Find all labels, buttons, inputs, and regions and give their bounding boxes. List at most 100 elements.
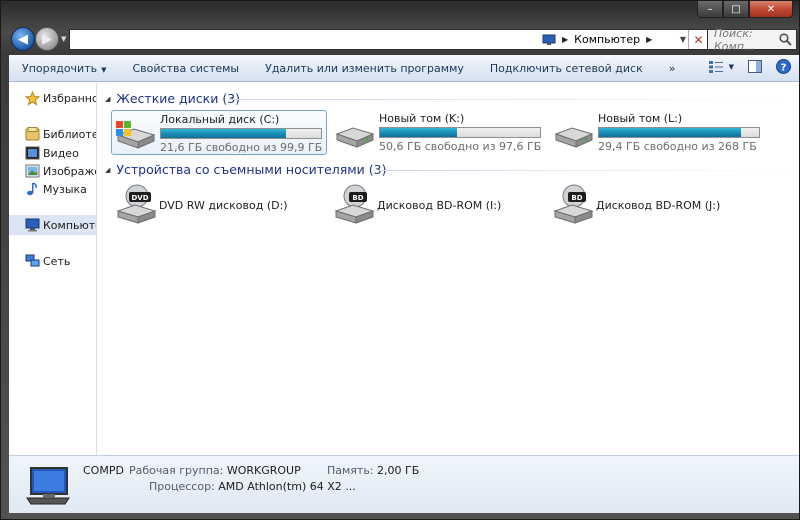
svg-text:BD: BD — [571, 194, 582, 202]
group-removable-label: Устройства со съемными носителями (3) — [116, 162, 387, 177]
view-dropdown-icon: ▼ — [728, 62, 734, 71]
sidebar-item-computer[interactable]: Компьютер — [25, 218, 96, 232]
disk-usage-fill — [161, 129, 286, 138]
sidebar-item-images[interactable]: Изображения — [25, 164, 96, 178]
explorer-client: Упорядочить ▼ Свойства системы Удалить ил… — [9, 55, 799, 513]
help-icon[interactable]: ? — [776, 59, 791, 74]
close-button[interactable]: ✕ — [749, 1, 793, 18]
hard-drive-icon — [335, 127, 375, 148]
memory-value: 2,00 ГБ — [377, 464, 420, 477]
memory-label: Память: — [327, 464, 374, 477]
drive-name: Новый том (L:) — [598, 112, 683, 125]
workgroup-label: Рабочая группа: — [129, 464, 224, 477]
recent-pages-dropdown[interactable]: ▼ — [61, 35, 66, 43]
sidebar-label-images: Изображения — [43, 164, 96, 178]
breadcrumb-separator-icon[interactable]: ▶ — [562, 35, 568, 44]
address-bar[interactable]: ▶ Компьютер ▶ ▼ ✕ — [69, 29, 709, 50]
group-removable-media[interactable]: ◢ Устройства со съемными носителями (3) — [105, 162, 386, 177]
removable-drive-name: Дисковод BD-ROM (J:) — [596, 199, 721, 212]
content-pane: ◢ Жесткие диски (3) Локальный диск (C:) — [99, 83, 799, 455]
drive-tile[interactable]: Локальный диск (C:) 21,6 ГБ свободно из … — [111, 110, 327, 155]
organize-label: Упорядочить — [22, 61, 98, 75]
details-pane: COMPD Рабочая группа: WORKGROUP Память: … — [9, 455, 799, 513]
removable-drive-tile[interactable]: DVD DVD RW дисковод (D:) — [113, 183, 323, 224]
star-icon — [25, 91, 40, 106]
change-view-button[interactable]: ▼ — [708, 60, 734, 73]
computer-name: COMPD — [83, 464, 124, 477]
preview-pane-icon[interactable] — [748, 60, 762, 73]
computer-icon — [25, 218, 40, 232]
group-hard-disks-label: Жесткие диски (3) — [116, 91, 241, 106]
computer-name-value: COMPD — [83, 464, 124, 477]
drive-tile[interactable]: Новый том (L:) 29,4 ГБ свободно из 268 Г… — [550, 110, 766, 155]
cpu-value: AMD Athlon(tm) 64 X2 ... — [218, 480, 356, 493]
maximize-button[interactable]: □ — [723, 1, 749, 18]
dvd-drive-icon: DVD — [116, 184, 157, 224]
workgroup-value: WORKGROUP — [226, 464, 301, 477]
drive-name: Локальный диск (C:) — [160, 113, 280, 126]
explorer-window: – □ ✕ ◀ ▶ ▼ ▶ Компьютер ▶ ▼ ✕ Поиск: Ком… — [0, 0, 800, 520]
search-input[interactable]: Поиск: Комп... — [707, 27, 797, 53]
more-commands-button[interactable]: » — [656, 62, 689, 75]
removable-drive-tile[interactable]: BD Дисковод BD-ROM (J:) — [550, 183, 760, 224]
bd-drive-icon: BD — [334, 184, 375, 224]
sidebar-label-video: Видео — [43, 146, 79, 160]
workgroup-field: Рабочая группа: WORKGROUP — [129, 464, 301, 477]
removable-drive-name: Дисковод BD-ROM (I:) — [377, 199, 502, 212]
address-dropdown-icon[interactable]: ▼ — [680, 35, 686, 44]
view-controls: ▼ ? — [708, 59, 791, 74]
computer-icon — [542, 34, 556, 45]
sidebar-label-network: Сеть — [43, 254, 71, 268]
bd-drive-icon: BD — [553, 184, 594, 224]
back-button[interactable]: ◀ — [11, 27, 35, 51]
windows-drive-icon — [116, 121, 156, 149]
network-icon — [25, 254, 40, 267]
removable-drive-name: DVD RW дисковод (D:) — [159, 199, 288, 212]
group-divider — [229, 99, 789, 100]
system-properties-button[interactable]: Свойства системы — [120, 62, 253, 75]
group-hard-disks[interactable]: ◢ Жесткие диски (3) — [105, 91, 240, 106]
sidebar-label-computer: Компьютер — [43, 218, 96, 232]
organize-menu[interactable]: Упорядочить ▼ — [9, 62, 120, 75]
breadcrumb-chevron-icon[interactable]: ▶ — [646, 35, 652, 44]
svg-text:BD: BD — [352, 194, 363, 202]
drive-free-space: 50,6 ГБ свободно из 97,6 ГБ — [379, 140, 542, 153]
disk-usage-bar — [160, 128, 322, 139]
breadcrumb-computer[interactable]: Компьютер — [574, 33, 640, 46]
computer-large-icon — [26, 467, 70, 505]
stop-icon[interactable]: ✕ — [688, 30, 708, 49]
chevron-down-icon: ▼ — [101, 65, 107, 74]
cpu-field: Процессор: AMD Athlon(tm) 64 X2 ... — [149, 480, 356, 493]
memory-field: Память: 2,00 ГБ — [327, 464, 419, 477]
sidebar-item-libraries[interactable]: Библиотеки — [25, 127, 96, 141]
collapse-icon: ◢ — [105, 94, 111, 103]
group-divider — [379, 170, 789, 171]
minimize-button[interactable]: – — [697, 1, 723, 18]
library-icon — [25, 127, 40, 141]
drive-name: Новый том (K:) — [379, 112, 465, 125]
sidebar-label-libraries: Библиотеки — [43, 127, 96, 141]
navigation-bar: ◀ ▶ ▼ ▶ Компьютер ▶ ▼ ✕ Поиск: Комп... — [9, 27, 799, 53]
uninstall-program-button[interactable]: Удалить или изменить программу — [252, 62, 477, 75]
image-icon — [25, 164, 40, 178]
map-network-drive-button[interactable]: Подключить сетевой диск — [477, 62, 656, 75]
search-icon — [779, 33, 792, 46]
navigation-pane: Избранное Библиотеки Видео — [9, 83, 97, 455]
disk-usage-fill — [380, 128, 457, 137]
disk-usage-fill — [599, 128, 742, 137]
music-icon — [27, 182, 37, 196]
window-controls: – □ ✕ — [697, 1, 793, 18]
disk-usage-bar — [598, 127, 760, 138]
sidebar-item-video[interactable]: Видео — [25, 146, 79, 160]
sidebar-item-favorites[interactable]: Избранное — [25, 91, 96, 106]
command-bar: Упорядочить ▼ Свойства системы Удалить ил… — [9, 55, 799, 82]
hard-drive-icon — [554, 127, 594, 148]
sidebar-item-music[interactable]: Музыка — [25, 182, 87, 196]
svg-text:?: ? — [781, 63, 787, 74]
drive-free-space: 29,4 ГБ свободно из 268 ГБ — [598, 140, 757, 153]
sidebar-label-favorites: Избранное — [43, 92, 96, 105]
removable-drive-tile[interactable]: BD Дисковод BD-ROM (I:) — [331, 183, 541, 224]
sidebar-item-network[interactable]: Сеть — [25, 254, 70, 268]
drive-tile[interactable]: Новый том (K:) 50,6 ГБ свободно из 97,6 … — [331, 110, 547, 155]
forward-button[interactable]: ▶ — [35, 27, 59, 51]
